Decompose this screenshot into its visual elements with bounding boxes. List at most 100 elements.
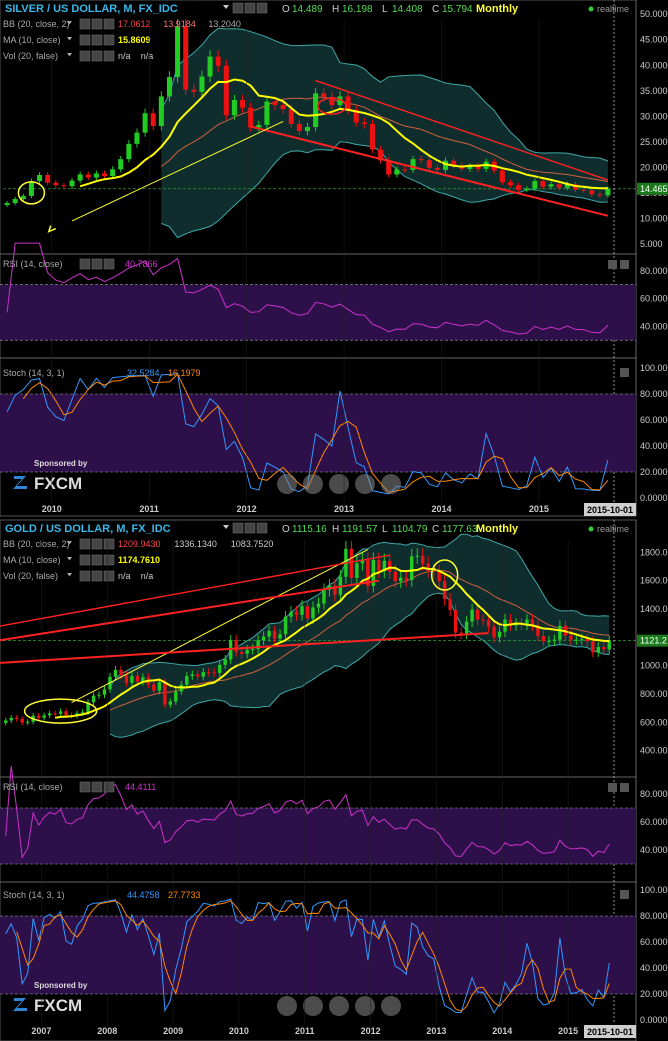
chevron-down-icon[interactable] [67,53,72,57]
indicator-legend-name[interactable]: Vol (20, false) [3,571,58,581]
pane-maximize-icon[interactable] [608,783,617,792]
chevron-down-icon[interactable] [67,37,72,41]
indicator-gear-icon[interactable] [79,18,91,30]
indicator-eye-icon[interactable] [244,522,256,534]
indicator-close-icon[interactable] [103,781,115,793]
reset-zoom-icon[interactable] [329,474,349,494]
indicator-close-icon[interactable] [256,2,268,14]
indicator-gear-icon[interactable] [79,50,91,62]
ohlc-value: 1191.57 [342,524,378,535]
bollinger-band-fill [161,28,608,238]
stoch-axis-label: 40.0000 [640,441,668,451]
candle-body [42,715,46,718]
candle-body [574,639,579,641]
candle-body [53,713,57,715]
zoom-back-icon[interactable] [277,474,297,494]
pane-collapse-icon[interactable] [620,783,629,792]
indicator-eye-icon[interactable] [244,2,256,14]
indicator-value: 1174.7610 [118,555,160,565]
candle-body [404,577,408,580]
pane-collapse-icon[interactable] [620,260,629,269]
ohlc-key-label: C [432,524,439,535]
candle-body [91,695,96,703]
indicator-close-icon[interactable] [103,570,115,582]
zoom-back-icon[interactable] [277,996,297,1016]
ohlc-key-label: L [382,524,388,535]
rsi-legend-name[interactable]: RSI (14, close) [3,259,63,269]
indicator-gear-icon[interactable] [79,570,91,582]
indicator-gear-icon[interactable] [79,781,91,793]
ohlc-value: 14.489 [292,4,323,15]
candle-body [556,184,562,188]
zoom-forward-icon[interactable] [381,474,401,494]
chevron-down-icon[interactable] [223,5,229,9]
year-axis-label: 2008 [97,1026,117,1036]
stoch-axis-label: 20.0000 [640,989,668,999]
year-axis-label: 2014 [431,504,451,514]
indicator-gear-icon[interactable] [232,522,244,534]
candle-body [12,198,18,204]
indicator-eye-icon[interactable] [91,50,103,62]
stoch-legend-name[interactable]: Stoch (14, 3, 1) [3,890,65,900]
realtime-dot-icon [588,6,594,12]
indicator-gear-icon[interactable] [79,538,91,550]
zoom-out-icon[interactable] [303,474,323,494]
pane-maximize-icon[interactable] [608,260,617,269]
symbol-title[interactable]: GOLD / US DOLLAR, M, FX_IDC [5,523,171,535]
zoom-in-icon[interactable] [355,474,375,494]
price-axis-label: 40.0000 [640,60,668,70]
candle-body [28,181,34,196]
candle-body [113,669,118,677]
indicator-close-icon[interactable] [103,50,115,62]
zoom-forward-icon[interactable] [381,996,401,1016]
indicator-close-icon[interactable] [256,522,268,534]
candle-body [207,672,211,674]
candle-body [322,589,326,604]
ohlc-value: 1104.79 [392,524,428,535]
indicator-legend-name[interactable]: BB (20, close, 2) [3,539,70,549]
indicator-close-icon[interactable] [103,258,115,270]
indicator-eye-icon[interactable] [91,18,103,30]
rsi-axis-label: 40.0000 [640,845,668,855]
indicator-gear-icon[interactable] [79,34,91,46]
candle-body [605,188,611,196]
year-axis-label: 2009 [163,1026,183,1036]
indicator-legend-name[interactable]: MA (10, close) [3,555,61,565]
candle-body [540,181,546,187]
symbol-title[interactable]: SILVER / US DOLLAR, M, FX_IDC [5,3,178,15]
indicator-value: n/a [118,571,131,581]
indicator-close-icon[interactable] [103,554,115,566]
indicator-value: n/a [118,51,131,61]
indicator-eye-icon[interactable] [91,570,103,582]
zoom-in-icon[interactable] [355,996,375,1016]
indicator-close-icon[interactable] [103,34,115,46]
timeframe-label: Monthly [476,3,519,15]
indicator-close-icon[interactable] [103,18,115,30]
indicator-legend-name[interactable]: Vol (20, false) [3,51,58,61]
indicator-gear-icon[interactable] [232,2,244,14]
indicator-eye-icon[interactable] [91,34,103,46]
candle-body [524,188,530,190]
indicator-gear-icon[interactable] [79,258,91,270]
stoch-band-fill [0,916,636,994]
indicator-close-icon[interactable] [103,538,115,550]
chevron-down-icon[interactable] [67,573,72,577]
chevron-down-icon[interactable] [223,525,229,529]
pane-collapse-icon[interactable] [620,890,629,899]
indicator-eye-icon[interactable] [91,258,103,270]
zoom-out-icon[interactable] [303,996,323,1016]
price-axis-label: 10.0000 [640,213,668,223]
price-axis-label: 35.0000 [640,86,668,96]
stoch-legend-name[interactable]: Stoch (14, 3, 1) [3,368,65,378]
sponsor-logo-text: FXCM [34,474,82,493]
indicator-gear-icon[interactable] [79,554,91,566]
indicator-eye-icon[interactable] [91,781,103,793]
chevron-down-icon[interactable] [67,557,72,561]
rsi-legend-name[interactable]: RSI (14, close) [3,782,63,792]
indicator-legend-name[interactable]: BB (20, close, 2) [3,19,70,29]
pane-collapse-icon[interactable] [620,368,629,377]
indicator-eye-icon[interactable] [91,554,103,566]
indicator-eye-icon[interactable] [91,538,103,550]
sponsor-label: Sponsored by [34,981,88,990]
reset-zoom-icon[interactable] [329,996,349,1016]
